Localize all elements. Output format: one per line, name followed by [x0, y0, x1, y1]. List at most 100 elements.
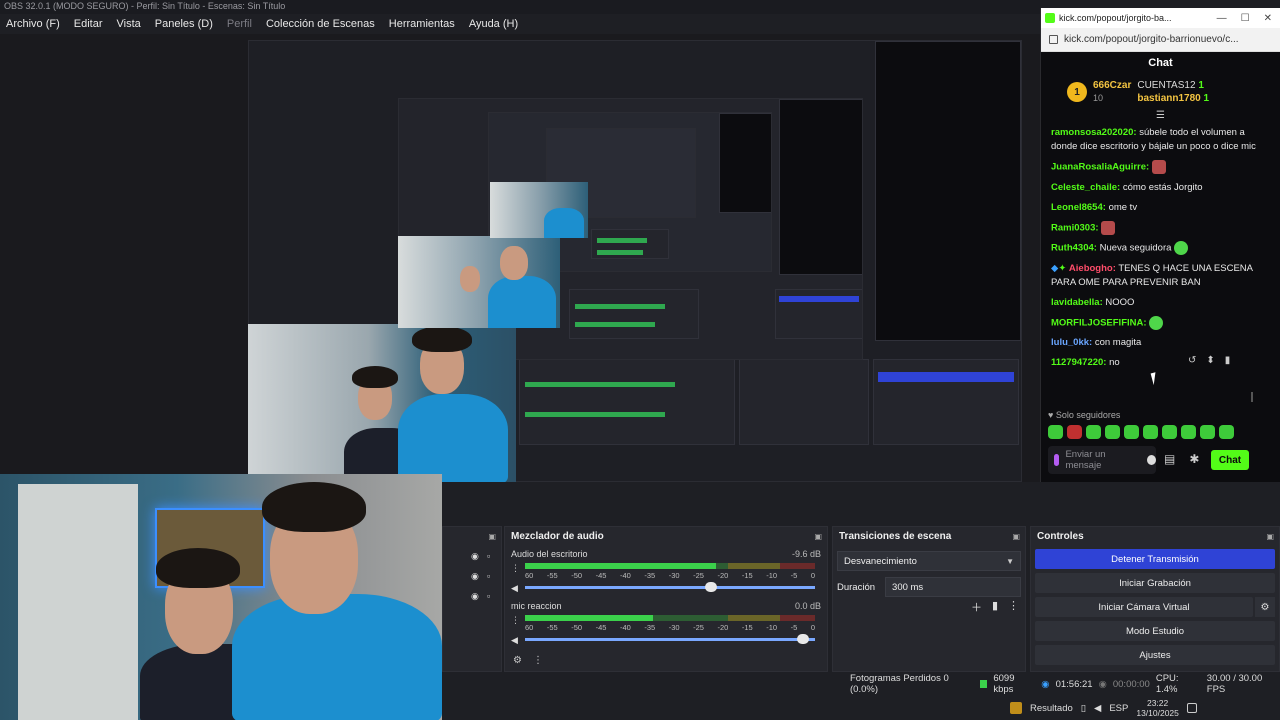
chat-message[interactable]: lavidabella: NOOO — [1051, 296, 1270, 310]
volume-slider-knob[interactable] — [797, 634, 810, 644]
chat-send-button[interactable]: Chat — [1211, 450, 1249, 470]
minimize-icon[interactable]: — — [1217, 13, 1227, 24]
more-icon[interactable]: ⋮ — [511, 563, 520, 574]
chat-message[interactable]: 1127947220: no — [1051, 356, 1270, 370]
chat-username[interactable]: JuanaRosaliaAguirre: — [1051, 162, 1149, 173]
preview-canvas[interactable] — [0, 34, 1040, 482]
eye-icon[interactable]: ◉ — [471, 551, 479, 562]
add-icon[interactable]: ＋ — [971, 599, 982, 615]
popout-icon[interactable]: ▣ — [488, 532, 496, 541]
volume-icon[interactable]: ◀ — [1094, 703, 1101, 714]
menu-editar[interactable]: Editar — [74, 18, 103, 30]
emote-icon[interactable] — [1162, 425, 1177, 439]
taskbar-clock[interactable]: 23:22 13/10/2025 — [1136, 698, 1179, 718]
chat-message[interactable]: Rami0303: — [1051, 220, 1270, 236]
duration-input[interactable]: 300 ms — [885, 577, 1021, 597]
emote-icon[interactable] — [1086, 425, 1101, 439]
chat-message[interactable]: ◆✦ Aiebogho: TENES Q HACE UNA ESCENA PAR… — [1051, 262, 1270, 290]
pin-icon[interactable]: ⬍ — [1206, 355, 1214, 366]
gear-icon[interactable]: ✱ — [1189, 452, 1199, 466]
menu-perfil[interactable]: Perfil — [227, 18, 252, 30]
notification-icon[interactable] — [1186, 703, 1197, 713]
reply-icon[interactable]: ↺ — [1188, 355, 1196, 366]
gift-icon[interactable]: ▤ — [1164, 452, 1175, 466]
chat-message-input[interactable]: Enviar un mensaje — [1048, 446, 1156, 474]
studio-mode-button[interactable]: Modo Estudio — [1035, 621, 1275, 641]
menu-herramientas[interactable]: Herramientas — [389, 18, 455, 30]
emote-icon[interactable] — [1124, 425, 1139, 439]
chat-username[interactable]: lulu_0kk: — [1051, 337, 1092, 348]
lock-icon[interactable]: ▫ — [487, 551, 490, 561]
emote-icon[interactable] — [1200, 425, 1215, 439]
eye-icon[interactable]: ◉ — [471, 591, 479, 602]
chat-scrollbar[interactable] — [1251, 392, 1253, 402]
chat-username[interactable]: Leonel8654: — [1051, 202, 1106, 213]
speaker-icon[interactable]: ◀ — [511, 583, 518, 594]
signal-icon — [979, 680, 988, 688]
menu-ayuda[interactable]: Ayuda (H) — [469, 18, 518, 30]
more-icon[interactable]: ⋮ — [533, 655, 543, 666]
chat-message[interactable]: JuanaRosaliaAguirre: — [1051, 160, 1270, 175]
menu-coleccion-escenas[interactable]: Colección de Escenas — [266, 18, 375, 30]
leader-first[interactable]: 666Czar 10 — [1093, 79, 1131, 105]
more-icon[interactable]: ⋮ — [1008, 599, 1019, 615]
emote-icon[interactable] — [1105, 425, 1120, 439]
close-icon[interactable]: ✕ — [1264, 13, 1272, 24]
app-icon[interactable] — [1010, 702, 1022, 714]
chat-message[interactable]: Ruth4304: Nueva seguidora — [1051, 241, 1270, 256]
chat-username[interactable]: Ruth4304: — [1051, 243, 1097, 254]
lock-icon[interactable]: ▫ — [487, 571, 490, 581]
start-virtual-camera-button[interactable]: Iniciar Cámara Virtual — [1035, 597, 1253, 617]
settings-button[interactable]: Ajustes — [1035, 645, 1275, 665]
more-icon[interactable]: ⋮ — [511, 615, 520, 626]
volume-slider-knob[interactable] — [704, 582, 717, 592]
start-recording-button[interactable]: Iniciar Grabación — [1035, 573, 1275, 593]
volume-slider[interactable] — [525, 582, 815, 592]
stop-streaming-button[interactable]: Detener Transmisión — [1035, 549, 1275, 569]
leader-others[interactable]: CUENTAS12 1 bastiann1780 1 — [1137, 79, 1209, 105]
chat-message[interactable]: MORFILJOSEFIFINA: — [1051, 315, 1270, 331]
chat-username[interactable]: lavidabella: — [1051, 297, 1103, 308]
lock-icon[interactable]: ▫ — [487, 591, 490, 601]
emoji-icon[interactable] — [1146, 455, 1156, 465]
emote-icon[interactable] — [1181, 425, 1196, 439]
popout-icon[interactable]: ▣ — [1012, 532, 1020, 541]
chat-username[interactable]: 1127947220: — [1051, 357, 1106, 368]
speaker-icon[interactable]: ◀ — [511, 635, 518, 646]
popout-icon[interactable]: ▣ — [814, 532, 822, 541]
taskbar-lang[interactable]: ESP — [1109, 703, 1128, 714]
transitions-title: Transiciones de escena — [839, 530, 952, 542]
transition-select[interactable]: Desvanecimiento ▼ — [837, 551, 1021, 571]
emote-icon[interactable] — [1143, 425, 1158, 439]
chat-username[interactable]: Celeste_chaile: — [1051, 182, 1120, 193]
chat-username[interactable]: ramonsosa202020: — [1051, 127, 1137, 138]
chat-message[interactable]: Leonel8654: ome tv — [1051, 201, 1270, 215]
taskbar-app-label[interactable]: Resultado — [1030, 703, 1073, 714]
delete-icon[interactable]: ▮ — [1225, 355, 1231, 366]
chat-action-icons: ▤ ✱ — [1164, 452, 1199, 466]
menu-archivo[interactable]: Archivo (F) — [6, 18, 60, 30]
emote-icon[interactable] — [1048, 425, 1063, 439]
gear-icon[interactable]: ⚙ — [1255, 597, 1275, 617]
menu-vista[interactable]: Vista — [117, 18, 141, 30]
url-bar[interactable]: kick.com/popout/jorgito-barrionuevo/c... — [1041, 28, 1280, 52]
eye-icon[interactable]: ◉ — [471, 571, 479, 582]
volume-slider[interactable] — [525, 634, 815, 644]
filter-icon[interactable]: ☰ — [1041, 110, 1280, 126]
chat-message[interactable]: ramonsosa202020: súbele todo el volumen … — [1051, 126, 1270, 154]
trash-icon[interactable]: ▮ — [992, 599, 998, 615]
network-icon[interactable]: ▯ — [1081, 703, 1086, 714]
screen: OBS 32.0.1 (MODO SEGURO) - Perfil: Sin T… — [0, 0, 1280, 720]
emote-icon[interactable] — [1219, 425, 1234, 439]
chat-username[interactable]: MORFILJOSEFIFINA: — [1051, 317, 1147, 328]
emote-icon[interactable] — [1067, 425, 1082, 439]
maximize-icon[interactable]: ☐ — [1241, 13, 1250, 24]
chat-username[interactable]: Rami0303: — [1051, 222, 1099, 233]
menu-paneles[interactable]: Paneles (D) — [155, 18, 213, 30]
mixer-settings-icon[interactable]: ⚙ — [513, 655, 522, 666]
chat-message[interactable]: lulu_0kk: con magita — [1051, 336, 1270, 350]
chat-message[interactable]: Celeste_chaile: cómo estás Jorgito — [1051, 181, 1270, 195]
emote-bar — [1048, 425, 1234, 439]
chat-username[interactable]: Aiebogho: — [1069, 263, 1116, 274]
popout-icon[interactable]: ▣ — [1266, 532, 1274, 541]
